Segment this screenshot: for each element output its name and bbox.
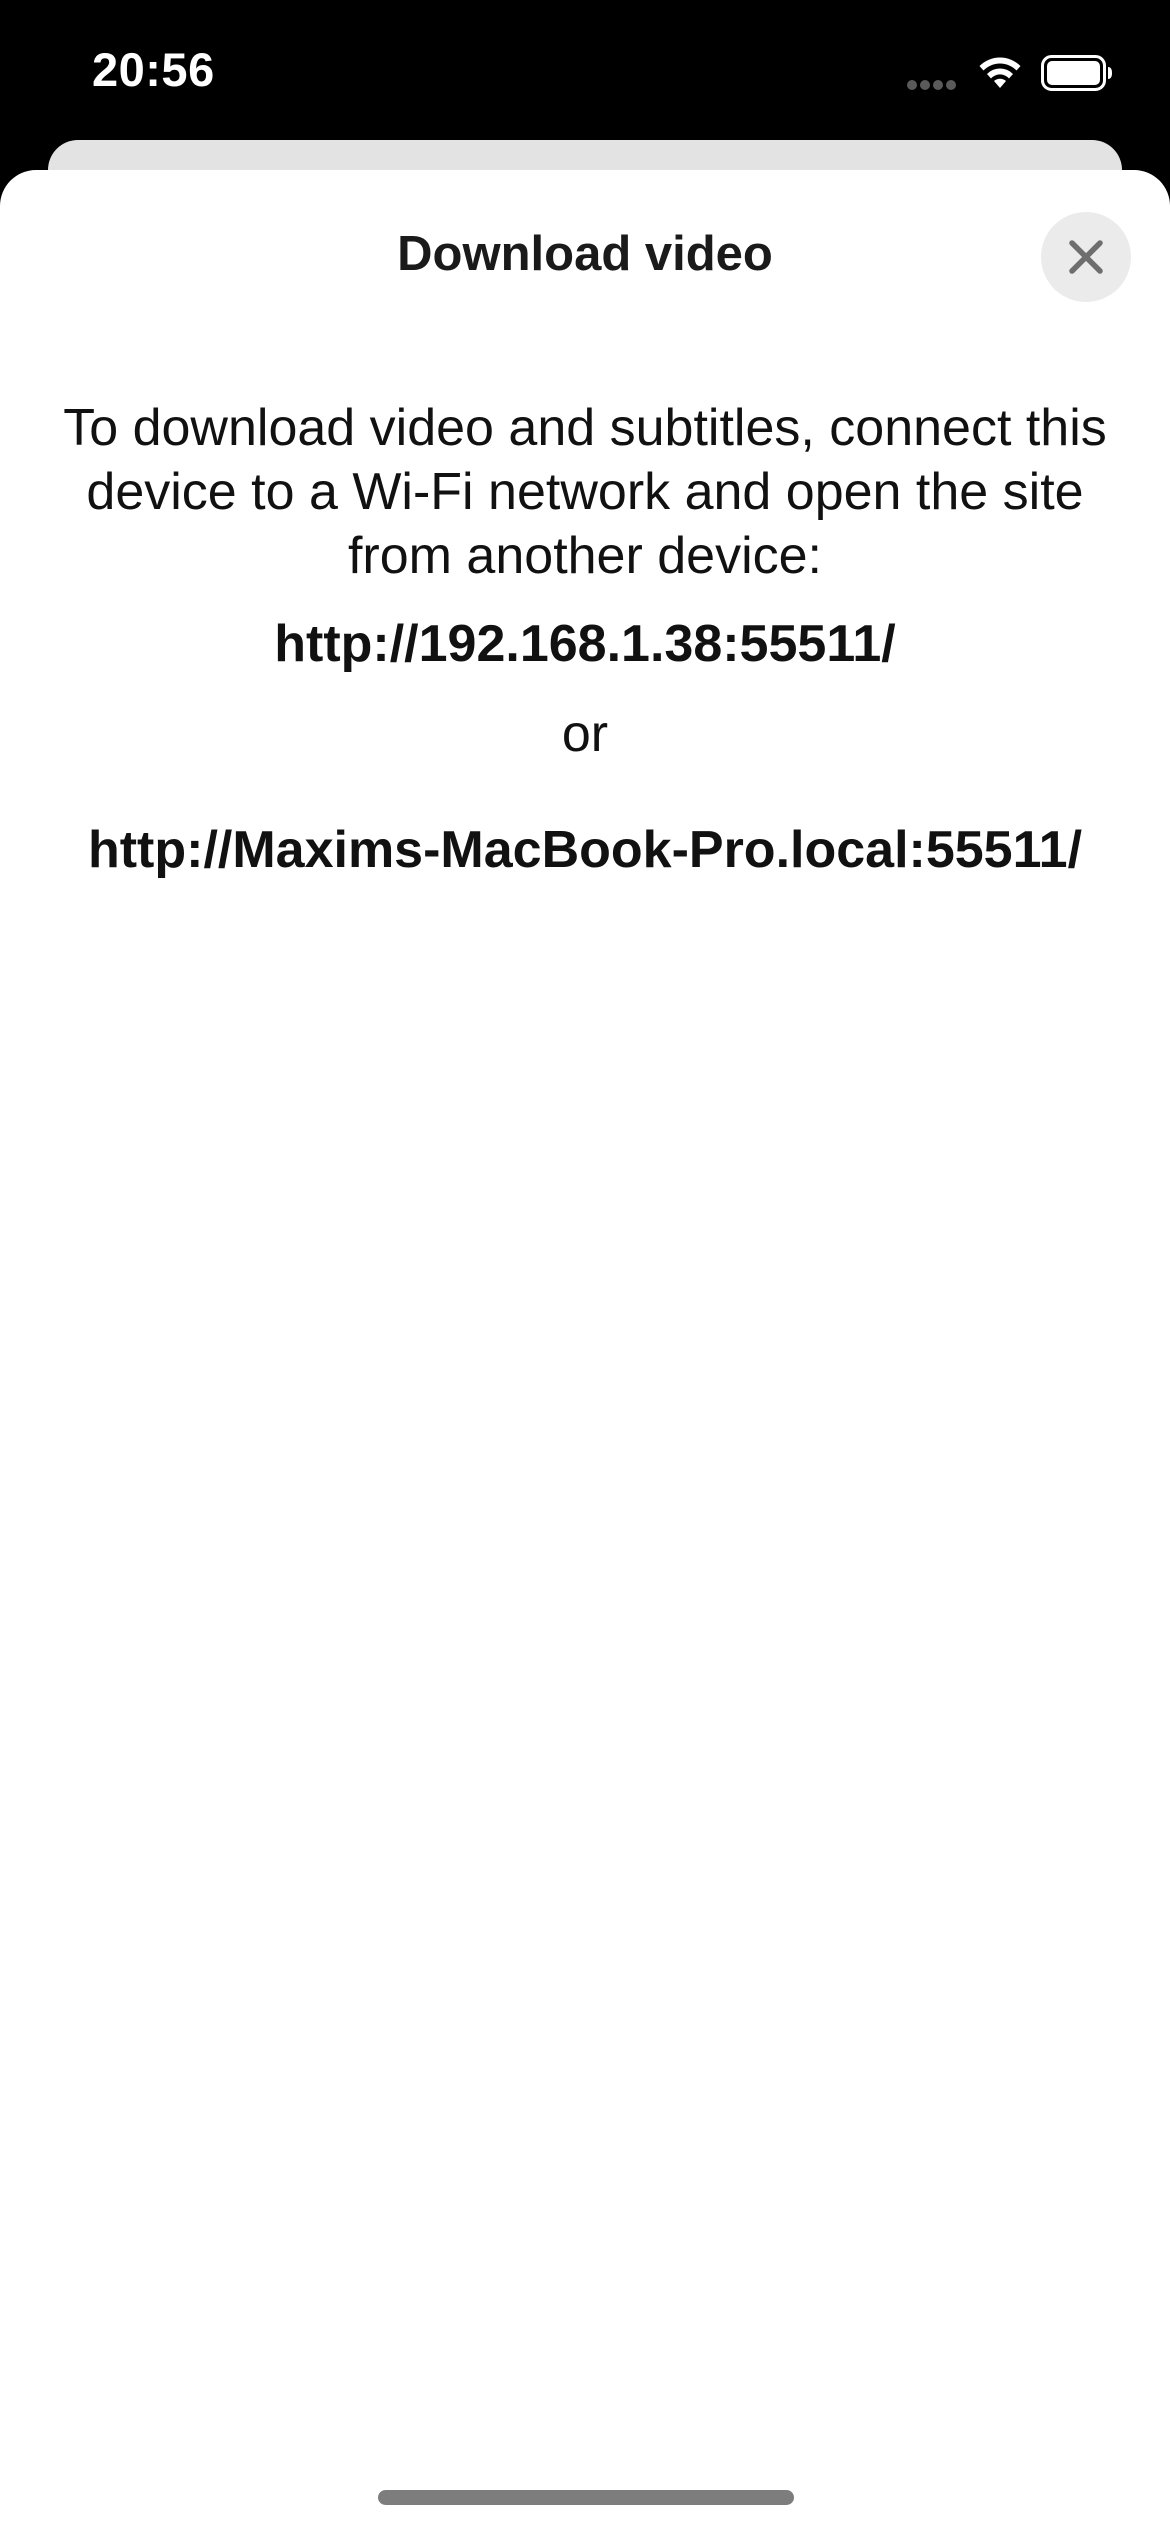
app-screen: 20:56 Download video To download video a…: [0, 0, 1170, 2532]
home-indicator[interactable]: [378, 2490, 794, 2505]
ip-address-url[interactable]: http://192.168.1.38:55511/: [40, 612, 1130, 676]
close-button[interactable]: [1041, 212, 1131, 302]
close-icon: [1069, 240, 1103, 274]
instructions-text: To download video and subtitles, connect…: [63, 399, 1107, 585]
download-instructions: To download video and subtitles, connect…: [40, 396, 1130, 882]
sheet-title: Download video: [397, 227, 773, 281]
signal-icon: [907, 80, 956, 90]
status-time: 20:56: [92, 43, 215, 96]
hostname-url[interactable]: http://Maxims-MacBook-Pro.local:55511/: [40, 818, 1130, 882]
or-separator: or: [561, 705, 609, 763]
download-video-sheet: Download video To download video and sub…: [0, 170, 1170, 2532]
battery-icon: [1041, 55, 1112, 91]
wifi-icon: [979, 57, 1021, 88]
status-bar: 20:56: [0, 0, 1170, 150]
